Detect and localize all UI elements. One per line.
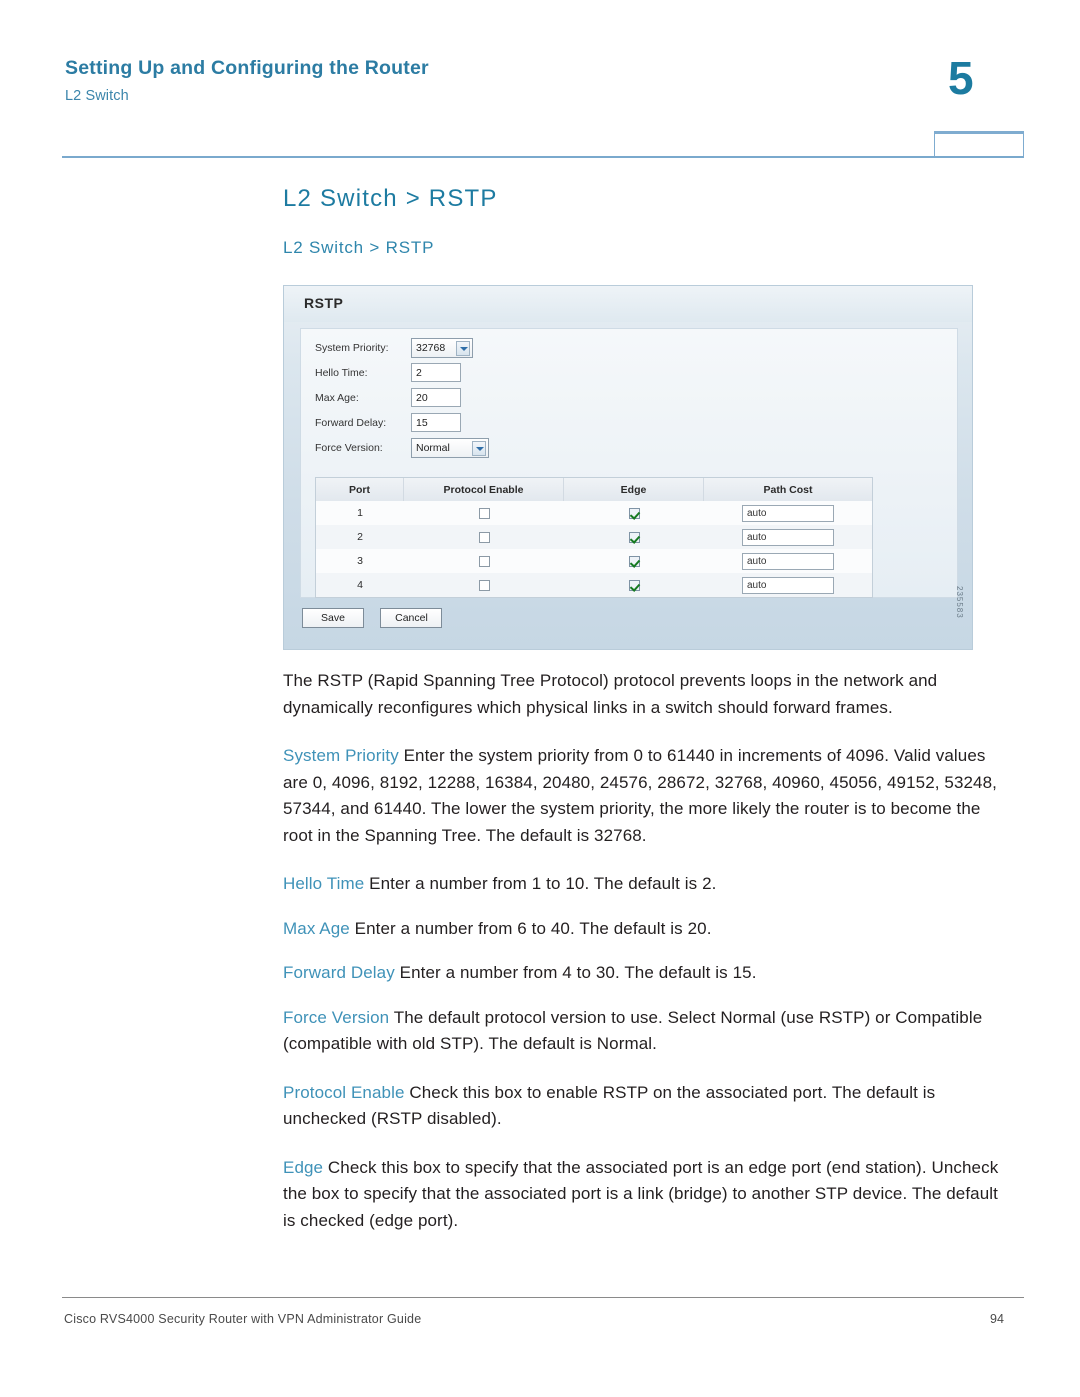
rstp-panel-titlebar: RSTP bbox=[284, 286, 972, 322]
save-button[interactable]: Save bbox=[302, 608, 364, 628]
definition-system-priority: System Priority Enter the system priorit… bbox=[283, 743, 1013, 849]
page-header: Setting Up and Configuring the Router L2… bbox=[0, 0, 1080, 160]
max-age-input[interactable]: 20 bbox=[411, 388, 461, 407]
cell-path-cost: auto bbox=[704, 525, 872, 549]
cell-edge bbox=[564, 549, 704, 573]
running-head-subtitle: L2 Switch bbox=[65, 88, 129, 104]
term-max-age: Max Age bbox=[283, 918, 350, 938]
hello-time-label: Hello Time: bbox=[315, 367, 368, 379]
definition-text: Check this box to specify that the assoc… bbox=[283, 1157, 999, 1230]
column-header-port: Port bbox=[316, 478, 404, 501]
rstp-panel-body: System Priority: 32768 Hello Time: 2 Max… bbox=[300, 328, 958, 598]
column-header-protocol-enable: Protocol Enable bbox=[404, 478, 564, 501]
cell-path-cost: auto bbox=[704, 501, 872, 525]
protocol-enable-checkbox[interactable] bbox=[478, 507, 490, 519]
cell-edge bbox=[564, 525, 704, 549]
form-row-system-priority: System Priority: 32768 bbox=[301, 337, 957, 361]
path-cost-input[interactable]: auto bbox=[742, 528, 834, 546]
cell-port: 2 bbox=[357, 531, 363, 543]
rstp-action-buttons: Save Cancel bbox=[302, 608, 454, 628]
definition-edge: Edge Check this box to specify that the … bbox=[283, 1155, 1013, 1235]
cell-protocol-enable bbox=[404, 573, 564, 597]
edge-checkbox[interactable] bbox=[628, 579, 640, 591]
section-subtitle: L2 Switch > RSTP bbox=[283, 238, 435, 257]
chevron-down-icon[interactable] bbox=[472, 441, 486, 456]
port-settings-table: Port Protocol Enable Edge Path Cost 1 au… bbox=[315, 477, 873, 598]
definition-max-age: Max Age Enter a number from 6 to 40. The… bbox=[283, 916, 1013, 943]
footer-page-number: 94 bbox=[990, 1312, 1004, 1326]
table-row: 1 auto bbox=[316, 501, 872, 525]
form-row-forward-delay: Forward Delay: 15 bbox=[301, 412, 957, 436]
page-title: L2 Switch > RSTP bbox=[283, 185, 498, 212]
term-forward-delay: Forward Delay bbox=[283, 963, 395, 982]
footer-document-title: Cisco RVS4000 Security Router with VPN A… bbox=[64, 1312, 422, 1326]
chapter-number: 5 bbox=[948, 52, 974, 104]
definition-text: Enter a number from 6 to 40. The default… bbox=[349, 918, 712, 938]
cell-port: 4 bbox=[357, 579, 363, 591]
system-priority-label: System Priority: bbox=[315, 342, 389, 354]
forward-delay-label: Forward Delay: bbox=[315, 417, 387, 429]
cell-protocol-enable bbox=[404, 501, 564, 525]
cancel-button[interactable]: Cancel bbox=[380, 608, 443, 628]
table-row: 4 auto bbox=[316, 573, 872, 597]
chapter-tab-box bbox=[934, 131, 1024, 157]
rstp-panel-title: RSTP bbox=[304, 295, 344, 311]
term-hello-time: Hello Time bbox=[283, 874, 365, 893]
form-row-hello-time: Hello Time: 2 bbox=[301, 362, 957, 386]
definition-protocol-enable: Protocol Enable Check this box to enable… bbox=[283, 1080, 1013, 1133]
running-head-title: Setting Up and Configuring the Router bbox=[65, 57, 429, 79]
system-priority-value: 32768 bbox=[416, 342, 446, 354]
column-header-edge: Edge bbox=[564, 478, 704, 501]
table-row: 3 auto bbox=[316, 549, 872, 573]
chevron-down-icon[interactable] bbox=[456, 341, 470, 356]
header-divider bbox=[62, 156, 1024, 158]
paragraph-intro: The RSTP (Rapid Spanning Tree Protocol) … bbox=[283, 671, 938, 717]
path-cost-input[interactable]: auto bbox=[742, 552, 834, 570]
system-priority-select[interactable]: 32768 bbox=[411, 338, 473, 358]
router-ui-window: RSTP System Priority: 32768 Hello Time: … bbox=[283, 285, 973, 650]
force-version-value: Normal bbox=[416, 442, 450, 454]
cell-protocol-enable bbox=[404, 525, 564, 549]
definition-hello-time: Hello Time Enter a number from 1 to 10. … bbox=[283, 871, 1013, 898]
cell-edge bbox=[564, 573, 704, 597]
edge-checkbox[interactable] bbox=[628, 507, 640, 519]
protocol-enable-checkbox[interactable] bbox=[478, 555, 490, 567]
form-row-force-version: Force Version: Normal bbox=[301, 437, 957, 461]
path-cost-input[interactable]: auto bbox=[742, 504, 834, 522]
protocol-enable-checkbox[interactable] bbox=[478, 579, 490, 591]
footer-divider bbox=[62, 1297, 1024, 1298]
cell-path-cost: auto bbox=[704, 549, 872, 573]
column-header-path-cost: Path Cost bbox=[763, 483, 813, 496]
max-age-label: Max Age: bbox=[315, 392, 359, 404]
figure-id-label: 235583 bbox=[955, 586, 964, 619]
term-edge: Edge bbox=[283, 1157, 324, 1177]
edge-checkbox[interactable] bbox=[628, 531, 640, 543]
definition-force-version: Force Version The default protocol versi… bbox=[283, 1005, 1013, 1058]
cell-port: 3 bbox=[357, 555, 363, 567]
cell-edge bbox=[564, 501, 704, 525]
figure-rstp-screenshot: RSTP System Priority: 32768 Hello Time: … bbox=[283, 285, 983, 655]
forward-delay-input[interactable]: 15 bbox=[411, 413, 461, 432]
body-content: The RSTP (Rapid Spanning Tree Protocol) … bbox=[283, 668, 1013, 1256]
table-row: 2 auto bbox=[316, 525, 872, 549]
edge-checkbox[interactable] bbox=[628, 555, 640, 567]
definition-text: Enter a number from 1 to 10. The default… bbox=[364, 874, 717, 893]
protocol-enable-checkbox[interactable] bbox=[478, 531, 490, 543]
path-cost-input[interactable]: auto bbox=[742, 576, 834, 594]
rstp-settings-form: System Priority: 32768 Hello Time: 2 Max… bbox=[301, 337, 957, 462]
definition-forward-delay: Forward Delay Enter a number from 4 to 3… bbox=[283, 960, 1013, 987]
cell-path-cost: auto bbox=[704, 573, 872, 597]
definition-text: Enter a number from 4 to 30. The default… bbox=[394, 963, 757, 982]
force-version-select[interactable]: Normal bbox=[411, 438, 489, 458]
form-row-max-age: Max Age: 20 bbox=[301, 387, 957, 411]
term-force-version: Force Version bbox=[283, 1007, 390, 1027]
term-protocol-enable: Protocol Enable bbox=[283, 1082, 405, 1102]
term-system-priority: System Priority bbox=[283, 746, 399, 765]
cell-port: 1 bbox=[357, 507, 363, 519]
hello-time-input[interactable]: 2 bbox=[411, 363, 461, 382]
table-header-row: Port Protocol Enable Edge Path Cost bbox=[316, 478, 872, 501]
cell-protocol-enable bbox=[404, 549, 564, 573]
force-version-label: Force Version: bbox=[315, 442, 383, 454]
